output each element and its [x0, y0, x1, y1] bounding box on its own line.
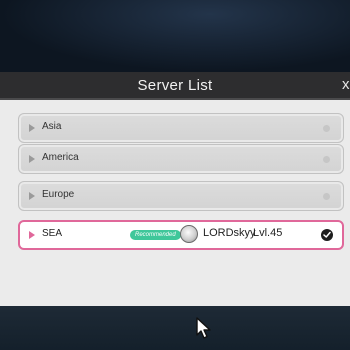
player-level: Lvl.45: [253, 227, 283, 239]
check-icon: [321, 229, 333, 241]
server-item-sea[interactable]: SEA Recommended LORDskyy Lvl.45: [18, 220, 344, 250]
triangle-icon: [29, 192, 35, 200]
background-bottom: [0, 306, 350, 350]
mouse-cursor-icon: [195, 317, 213, 344]
triangle-icon: [29, 155, 35, 163]
dialog-header: Server List x: [0, 72, 350, 100]
server-name: Asia: [42, 121, 62, 132]
status-dot-icon: [323, 156, 330, 163]
triangle-icon: [29, 124, 35, 132]
recommended-badge: Recommended: [130, 230, 181, 240]
status-dot-icon: [323, 193, 330, 200]
server-list-dialog: Server List x Asia America Europe SEA Re…: [0, 72, 350, 308]
server-name: Europe: [42, 189, 75, 200]
check-mark-icon: [323, 231, 331, 238]
status-dot-icon: [323, 125, 330, 132]
dialog-title: Server List: [137, 77, 213, 94]
triangle-icon: [29, 231, 35, 239]
server-name: SEA: [42, 228, 63, 239]
server-item-asia[interactable]: Asia: [18, 113, 344, 143]
player-name: LORDskyy: [203, 227, 256, 239]
server-name: America: [42, 152, 79, 163]
server-item-america[interactable]: America: [18, 144, 344, 174]
background-top: [0, 0, 350, 72]
avatar-icon: [180, 225, 198, 243]
close-icon[interactable]: x: [342, 77, 350, 93]
server-item-europe[interactable]: Europe: [18, 181, 344, 211]
